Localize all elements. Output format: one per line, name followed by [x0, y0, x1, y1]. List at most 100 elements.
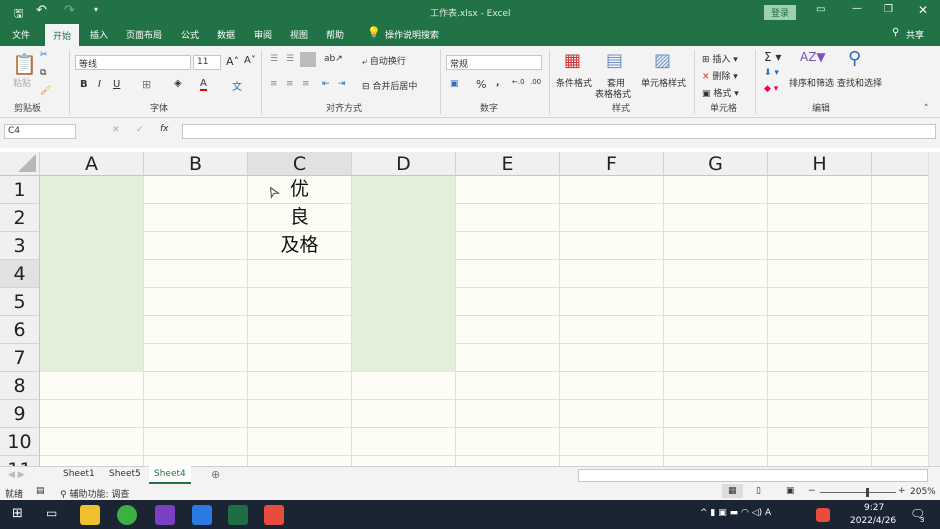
- cell-A10[interactable]: [40, 428, 144, 456]
- cell-G6[interactable]: [664, 316, 768, 344]
- cell-C8[interactable]: [248, 372, 352, 400]
- cell-H1[interactable]: [768, 176, 872, 204]
- cell-D6[interactable]: [352, 316, 456, 344]
- comma-icon[interactable]: ,: [496, 78, 499, 88]
- cell-H9[interactable]: [768, 400, 872, 428]
- recorder-icon[interactable]: [264, 505, 284, 525]
- increase-indent-icon[interactable]: ⇥: [338, 79, 346, 89]
- cell-E1[interactable]: [456, 176, 560, 204]
- clear-icon[interactable]: ◆ ▾: [764, 84, 778, 94]
- cell-G2[interactable]: [664, 204, 768, 232]
- cell-E8[interactable]: [456, 372, 560, 400]
- column-header-D[interactable]: D: [352, 152, 456, 176]
- column-header-G[interactable]: G: [664, 152, 768, 176]
- row-header-7[interactable]: 7: [0, 344, 40, 372]
- cell-G7[interactable]: [664, 344, 768, 372]
- visual-studio-icon[interactable]: [155, 505, 175, 525]
- cell-styles-icon[interactable]: ▨: [654, 50, 671, 71]
- cell-A2[interactable]: [40, 204, 144, 232]
- cell-D10[interactable]: [352, 428, 456, 456]
- cell-G3[interactable]: [664, 232, 768, 260]
- cell-A7[interactable]: [40, 344, 144, 372]
- cell-E4[interactable]: [456, 260, 560, 288]
- cell-F6[interactable]: [560, 316, 664, 344]
- row-header-10[interactable]: 10: [0, 428, 40, 456]
- cell-C7[interactable]: [248, 344, 352, 372]
- cell-B7[interactable]: [144, 344, 248, 372]
- cell-F5[interactable]: [560, 288, 664, 316]
- sheet-tab-sheet5[interactable]: Sheet5: [109, 469, 141, 479]
- horizontal-scrollbar[interactable]: [578, 469, 928, 482]
- cell-D1[interactable]: [352, 176, 456, 204]
- cell-C9[interactable]: [248, 400, 352, 428]
- cell-I4[interactable]: [872, 260, 928, 288]
- sheet-tab-sheet4[interactable]: Sheet4: [149, 466, 191, 484]
- font-color-icon[interactable]: A: [200, 78, 207, 91]
- zoom-slider[interactable]: [820, 492, 896, 493]
- format-table-icon[interactable]: ▤: [606, 50, 623, 71]
- copy-icon[interactable]: ⧉: [40, 68, 46, 78]
- italic-icon[interactable]: I: [98, 79, 101, 90]
- sheet-tab-sheet1[interactable]: Sheet1: [63, 469, 95, 479]
- tell-me-search[interactable]: 操作说明搜索: [385, 28, 439, 41]
- cell-D8[interactable]: [352, 372, 456, 400]
- tab-data[interactable]: 数据: [217, 28, 235, 41]
- undo-icon[interactable]: ↶: [36, 3, 47, 18]
- page-layout-view-icon[interactable]: ▯: [756, 486, 761, 496]
- normal-view-icon[interactable]: ▦: [722, 484, 743, 498]
- cell-G10[interactable]: [664, 428, 768, 456]
- cell-G5[interactable]: [664, 288, 768, 316]
- font-size-select[interactable]: 11: [193, 55, 221, 70]
- save-icon[interactable]: 🖫: [14, 5, 23, 24]
- cell-E2[interactable]: [456, 204, 560, 232]
- formula-input[interactable]: [182, 124, 936, 139]
- cell-D11[interactable]: [352, 456, 456, 466]
- wrap-text-button[interactable]: ⤶ 自动换行: [362, 54, 406, 67]
- border-icon[interactable]: ⊞: [142, 78, 151, 91]
- prev-sheet-icon[interactable]: ◀ ▶: [8, 470, 25, 480]
- number-format-select[interactable]: 常规: [446, 55, 542, 70]
- cell-H8[interactable]: [768, 372, 872, 400]
- app-icon[interactable]: [192, 505, 212, 525]
- decrease-indent-icon[interactable]: ⇤: [322, 79, 330, 89]
- cell-F10[interactable]: [560, 428, 664, 456]
- cell-B6[interactable]: [144, 316, 248, 344]
- cell-B4[interactable]: [144, 260, 248, 288]
- enter-icon[interactable]: ✓: [136, 125, 144, 135]
- zoom-slider-thumb[interactable]: [866, 488, 869, 497]
- tab-formulas[interactable]: 公式: [181, 28, 199, 41]
- select-all-corner[interactable]: [0, 152, 40, 176]
- start-icon[interactable]: ⊞: [12, 506, 23, 521]
- cell-A5[interactable]: [40, 288, 144, 316]
- merge-center-button[interactable]: ⊟ 合并后居中: [362, 79, 417, 92]
- cell-C10[interactable]: [248, 428, 352, 456]
- percent-icon[interactable]: %: [476, 78, 486, 91]
- cell-B5[interactable]: [144, 288, 248, 316]
- login-button[interactable]: 登录: [764, 5, 797, 20]
- column-header-C[interactable]: C: [248, 152, 352, 176]
- row-header-6[interactable]: 6: [0, 316, 40, 344]
- conditional-format-button[interactable]: 条件格式: [556, 76, 592, 89]
- cell-H6[interactable]: [768, 316, 872, 344]
- cell-C5[interactable]: [248, 288, 352, 316]
- cell-E10[interactable]: [456, 428, 560, 456]
- column-header-E[interactable]: E: [456, 152, 560, 176]
- cell-I10[interactable]: [872, 428, 928, 456]
- cell-I6[interactable]: [872, 316, 928, 344]
- cell-A3[interactable]: [40, 232, 144, 260]
- add-sheet-icon[interactable]: ⊕: [211, 468, 220, 481]
- cell-B2[interactable]: [144, 204, 248, 232]
- cell-D3[interactable]: [352, 232, 456, 260]
- cell-E11[interactable]: [456, 456, 560, 466]
- excel-icon[interactable]: [228, 505, 248, 525]
- tab-page-layout[interactable]: 页面布局: [126, 28, 162, 41]
- restore-icon[interactable]: ❐: [884, 4, 893, 15]
- zoom-in-icon[interactable]: +: [898, 486, 906, 496]
- bold-icon[interactable]: B: [80, 79, 88, 90]
- tab-help[interactable]: 帮助: [326, 28, 344, 41]
- cell-C4[interactable]: [248, 260, 352, 288]
- insert-function-icon[interactable]: fx: [160, 124, 169, 134]
- autosum-icon[interactable]: Σ ▾: [764, 50, 781, 64]
- increase-decimal-icon[interactable]: ←.0: [512, 78, 525, 86]
- ribbon-display-icon[interactable]: ▭: [816, 4, 825, 15]
